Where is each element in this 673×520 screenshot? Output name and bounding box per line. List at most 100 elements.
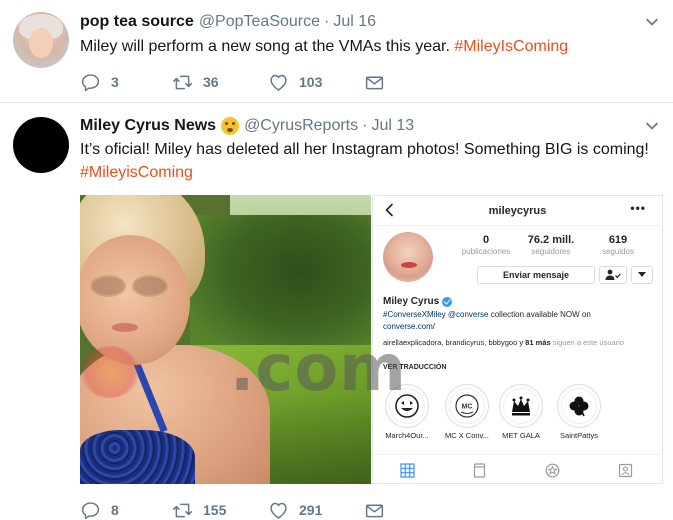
star-icon [545, 463, 560, 478]
sunglass-lens-right [132, 275, 168, 297]
envelope-icon [365, 76, 384, 89]
crown-icon [512, 396, 530, 416]
retweet-icon [173, 75, 192, 89]
tweet-body: It’s oficial! Miley has deleted all her … [80, 141, 649, 158]
like-count: 291 [299, 502, 323, 518]
retweet-button[interactable]: 36 [172, 72, 268, 93]
followed-by-text: airellaexplicadora, brandicyrus, bbbygoo… [383, 338, 653, 348]
retweet-count: 155 [203, 502, 227, 518]
instagram-bio: #ConverseXMiley @converse collection ava… [383, 309, 653, 320]
tweet-header: pop tea source @PopTeaSource · Jul 16 [80, 12, 376, 32]
stat-number: 619 [608, 234, 628, 246]
heart-icon [270, 502, 287, 519]
user-handle[interactable]: @CyrusReports [244, 117, 358, 135]
bio-link: converse.com/ [383, 322, 436, 331]
feed-icon [473, 463, 486, 478]
reply-button[interactable]: 3 [80, 72, 172, 93]
mc-badge-icon: MC [455, 394, 479, 418]
sunglass-lens-left [90, 275, 126, 297]
direct-message-button[interactable] [364, 500, 385, 520]
stat-number: 76.2 mill. [527, 234, 575, 246]
bio-tags: #ConverseXMiley @converse [383, 310, 489, 319]
tweet-date[interactable]: Jul 16 [333, 13, 376, 31]
highlight-label: SaintPattys [560, 431, 598, 440]
like-count: 103 [299, 74, 323, 90]
tweet-text: Miley will perform a new song at the VMA… [80, 35, 660, 58]
suggestions-dropdown-button [631, 266, 653, 284]
reply-count: 3 [111, 74, 119, 90]
tagged-icon [618, 463, 633, 478]
tweet-actions: 8 155 291 [80, 498, 385, 520]
instagram-tab-bar [373, 454, 662, 483]
caret-down-icon [638, 272, 646, 277]
smiley-icon [395, 394, 419, 418]
direct-message-button[interactable] [364, 72, 385, 93]
avatar-face [29, 28, 53, 58]
tweet[interactable]: pop tea source @PopTeaSource · Jul 16 Mi… [0, 0, 673, 103]
reply-button[interactable]: 8 [80, 500, 172, 520]
svg-text:MC: MC [462, 404, 473, 411]
instagram-username: mileycyrus [488, 205, 547, 217]
hashtag-link[interactable]: #MileyisComing [80, 164, 193, 181]
see-translation: VER TRADUCCIÓN [383, 364, 447, 371]
tweet[interactable]: Miley Cyrus News @CyrusReports · Jul 13 … [0, 104, 673, 520]
followers-and: y [517, 338, 526, 347]
followers-suffix: siguen a este usuario [550, 338, 624, 347]
instagram-avatar [383, 232, 433, 282]
chevron-down-icon[interactable] [645, 119, 659, 133]
person-check-icon [605, 269, 621, 280]
more-options-icon: ••• [630, 201, 646, 215]
followers-names: airellaexplicadora, brandicyrus, bbbygoo [383, 338, 518, 347]
stat-number: 0 [482, 234, 490, 246]
retweet-count: 36 [203, 74, 219, 90]
photo-lips [112, 323, 138, 332]
separator-dot: · [324, 13, 330, 30]
story-highlight: MC MC X Conv... [437, 384, 497, 440]
stat-following: 619 seguidos [588, 234, 648, 256]
photo-trees [190, 215, 371, 355]
stat-label: seguidores [531, 247, 571, 256]
display-name[interactable]: pop tea source [80, 13, 194, 31]
reply-count: 8 [111, 502, 119, 518]
envelope-icon [365, 504, 384, 517]
bio-text: collection available NOW on [488, 310, 591, 319]
hashtag-link[interactable]: #MileyIsComing [454, 38, 568, 55]
clover-icon [569, 396, 589, 417]
followers-more: 81 más [525, 338, 551, 347]
retweet-button[interactable]: 155 [172, 500, 268, 520]
instagram-profile-name: Miley Cyrus [383, 296, 453, 307]
grid-icon [400, 463, 415, 478]
story-highlight: SaintPattys [549, 384, 609, 440]
story-highlight: March4Our... [377, 384, 437, 440]
instagram-top-bar: mileycyrus ••• [373, 196, 662, 226]
highlight-label: March4Our... [385, 431, 429, 440]
verified-badge-icon [442, 296, 453, 307]
heart-icon [270, 74, 287, 91]
instagram-screenshot[interactable]: mileycyrus ••• 0 publicaciones 76.2 mill… [372, 195, 663, 484]
avatar[interactable] [13, 117, 69, 173]
tweet-header: Miley Cyrus News @CyrusReports · Jul 13 [80, 116, 414, 136]
stat-label: publicaciones [461, 247, 511, 256]
reply-icon [81, 501, 100, 519]
stat-followers: 76.2 mill. seguidores [521, 234, 581, 256]
display-name[interactable]: Miley Cyrus News [80, 117, 216, 135]
user-handle[interactable]: @PopTeaSource [199, 13, 320, 31]
like-button[interactable]: 291 [268, 500, 364, 520]
separator-dot: · [362, 117, 368, 134]
stat-posts: 0 publicaciones [456, 234, 516, 256]
reply-icon [81, 73, 100, 91]
shushing-face-emoji-icon [221, 117, 240, 135]
highlight-label: MET GALA [502, 431, 540, 440]
tweet-text: It’s oficial! Miley has deleted all her … [80, 138, 660, 184]
tweet-photo[interactable] [80, 195, 371, 484]
like-button[interactable]: 103 [268, 72, 364, 93]
following-button [599, 266, 627, 284]
chevron-down-icon[interactable] [645, 15, 659, 29]
highlight-label: MC X Conv... [444, 431, 490, 440]
sunglasses [90, 275, 170, 299]
photo-top [80, 430, 195, 484]
tweet-date[interactable]: Jul 13 [371, 117, 414, 135]
avatar[interactable] [13, 12, 69, 68]
stat-label: seguidos [601, 247, 635, 256]
send-message-button: Enviar mensaje [477, 266, 595, 284]
